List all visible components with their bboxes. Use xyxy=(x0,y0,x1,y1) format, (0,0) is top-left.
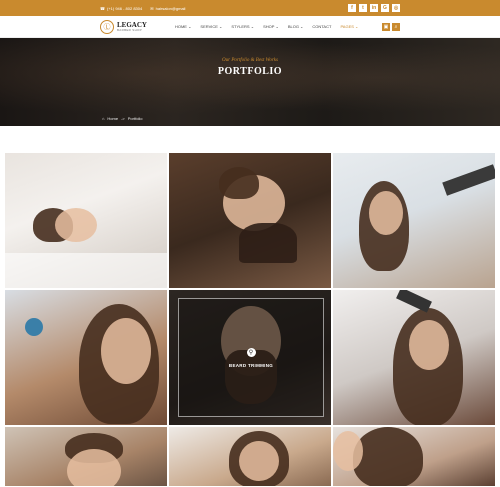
face-shape xyxy=(67,449,121,486)
banner-background xyxy=(0,38,500,126)
face-shape xyxy=(55,208,97,242)
social-links: f t in G ◎ xyxy=(348,4,400,12)
menu-contact[interactable]: CONTACT xyxy=(312,24,331,29)
portfolio-item-mens-cut[interactable] xyxy=(4,426,168,487)
cart-icon[interactable]: ▣ xyxy=(382,22,390,31)
menu-pages[interactable]: PAGES ⌄ xyxy=(340,24,358,29)
email[interactable]: ✉ hairsalon@gmail xyxy=(150,6,185,11)
menu: HOME ⌄ SERVICE ⌄ STYLERS ⌄ SHOP ⌄ BLOG ⌄… xyxy=(175,24,358,29)
hair-dryer xyxy=(396,290,432,313)
instagram-icon[interactable]: ◎ xyxy=(392,4,400,12)
face-shape xyxy=(101,318,151,384)
mail-icon: ✉ xyxy=(150,5,154,11)
hover-overlay[interactable]: ⚲ BEARD TRIMMING xyxy=(178,298,324,417)
round-brush xyxy=(25,318,43,336)
face-shape xyxy=(333,431,363,471)
linkedin-icon[interactable]: in xyxy=(370,4,378,12)
twitter-icon[interactable]: t xyxy=(359,4,367,12)
nav-actions: ▣ ⌕ xyxy=(382,22,400,31)
portfolio-item-hair-wash[interactable] xyxy=(4,152,168,289)
phone[interactable]: ☎ (+1) 946 - 802 8304 xyxy=(100,6,142,11)
face-shape xyxy=(369,191,403,235)
brand-tagline: BARBER SHOP xyxy=(117,27,142,32)
logo[interactable]: Ⓛ LEGACY BARBER SHOP xyxy=(100,19,147,34)
hair-shape xyxy=(353,427,423,486)
portfolio-item-hair-coloring[interactable] xyxy=(332,426,496,487)
phone-icon: ☎ xyxy=(100,5,105,11)
menu-stylers[interactable]: STYLERS ⌄ xyxy=(231,24,254,29)
breadcrumb-current: Portfolio xyxy=(127,116,143,121)
portfolio-item-blowout[interactable] xyxy=(4,289,168,426)
menu-blog[interactable]: BLOG ⌄ xyxy=(288,24,304,29)
overlay-caption: BEARD TRIMMING xyxy=(228,362,274,368)
menu-shop[interactable]: SHOP ⌄ xyxy=(263,24,279,29)
contact-info: ☎ (+1) 946 - 802 8304 ✉ hairsalon@gmail xyxy=(100,6,185,11)
facebook-icon[interactable]: f xyxy=(348,4,356,12)
page-title: PORTFOLIO xyxy=(217,66,283,77)
menu-home[interactable]: HOME ⌄ xyxy=(175,24,191,29)
face-shape xyxy=(239,441,279,481)
zoom-icon[interactable]: ⚲ xyxy=(246,347,256,357)
face-shape xyxy=(409,320,449,370)
portfolio-item-hair-styling[interactable] xyxy=(332,152,496,289)
beard-shape xyxy=(239,223,297,263)
breadcrumb-separator: -> xyxy=(121,116,125,121)
search-icon[interactable]: ⌕ xyxy=(392,22,400,31)
page-banner: Our Portfolio & Best Works PORTFOLIO xyxy=(0,38,500,126)
sink xyxy=(5,253,167,288)
breadcrumb: ⌂ Home -> Portfolio xyxy=(102,116,142,121)
portfolio-item-hair-drying[interactable] xyxy=(332,289,496,426)
portfolio-item-shaving[interactable] xyxy=(168,152,332,289)
hair-dryer xyxy=(442,164,495,196)
breadcrumb-home[interactable]: Home xyxy=(107,116,118,121)
menu-service[interactable]: SERVICE ⌄ xyxy=(200,24,222,29)
google-icon[interactable]: G xyxy=(381,4,389,12)
portfolio-item-beard-trimming[interactable]: ⚲ BEARD TRIMMING xyxy=(168,289,332,426)
main-nav: Ⓛ LEGACY BARBER SHOP HOME ⌄ SERVICE ⌄ ST… xyxy=(0,16,500,38)
portfolio-item-womens-cut[interactable] xyxy=(168,426,332,487)
portfolio-grid: ⚲ BEARD TRIMMING xyxy=(4,152,500,487)
home-icon: ⌂ xyxy=(102,116,105,121)
logo-icon: Ⓛ xyxy=(100,19,114,34)
hair-shape xyxy=(219,167,259,199)
top-bar: ☎ (+1) 946 - 802 8304 ✉ hairsalon@gmail f … xyxy=(0,0,500,16)
banner-subtitle: Our Portfolio & Best Works xyxy=(222,58,278,63)
